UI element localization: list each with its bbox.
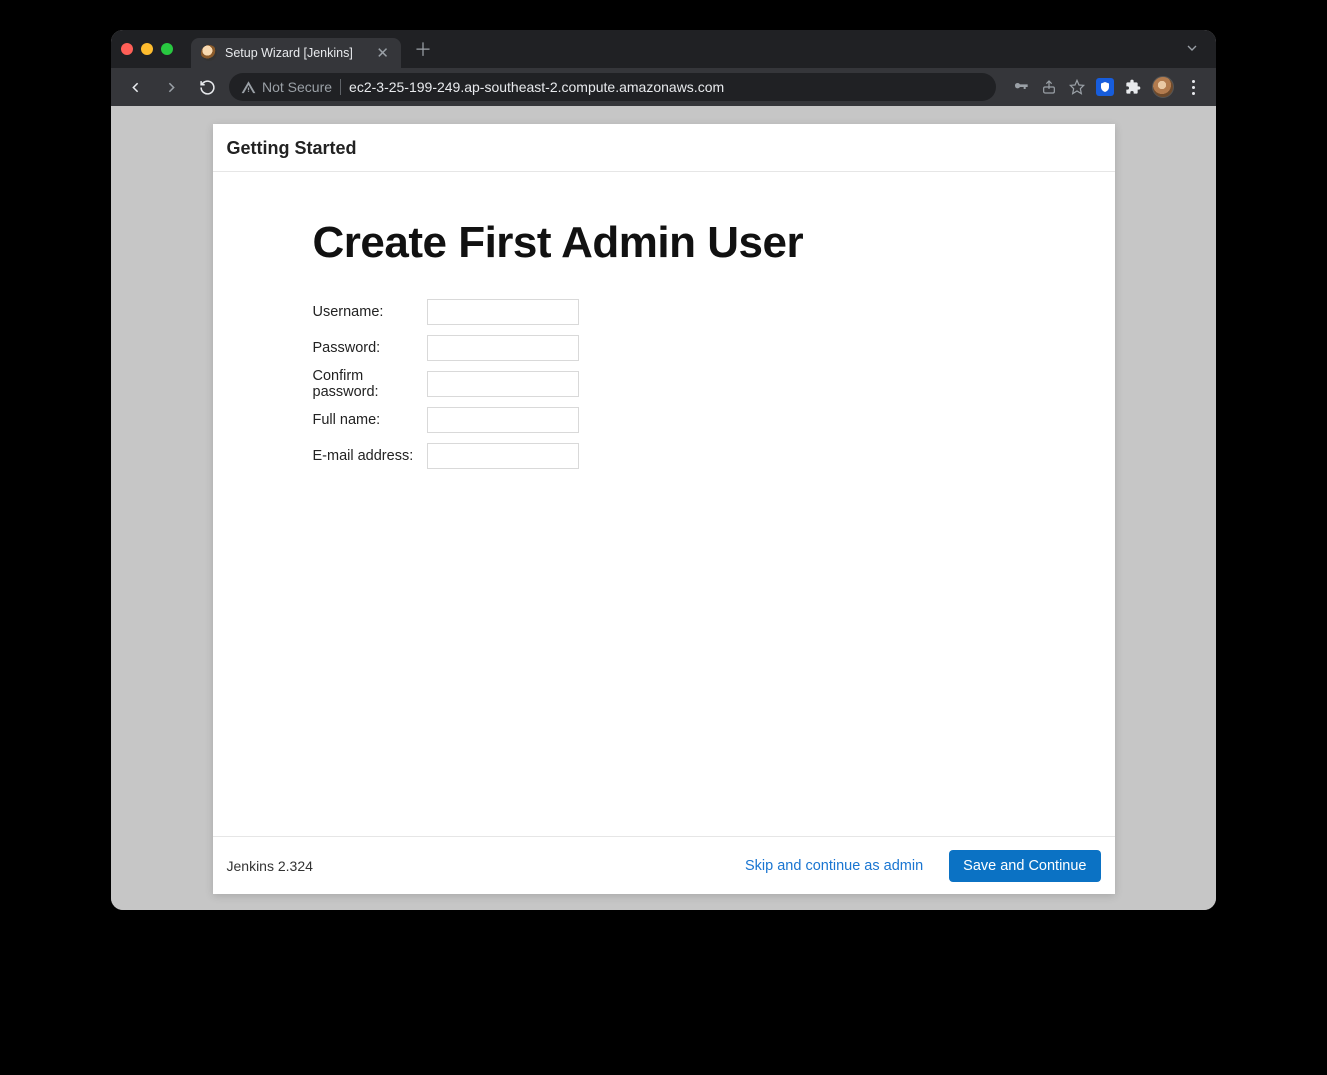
extensions-puzzle-icon[interactable]: [1124, 78, 1142, 96]
browser-window: Setup Wizard [Jenkins] ✕ ＋ Not Secure ec…: [111, 30, 1216, 910]
save-and-continue-button[interactable]: Save and Continue: [949, 850, 1100, 882]
email-label: E-mail address:: [313, 448, 427, 464]
full-name-label: Full name:: [313, 412, 427, 428]
viewport: Getting Started Create First Admin User …: [111, 106, 1216, 910]
omnibox-divider: [340, 79, 341, 95]
browser-menu-button[interactable]: [1184, 80, 1202, 95]
form-row-email: E-mail address:: [313, 438, 1115, 474]
jenkins-version: Jenkins 2.324: [227, 858, 313, 874]
form-row-password: Password:: [313, 330, 1115, 366]
confirm-password-label: Confirm password:: [313, 368, 427, 400]
jenkins-favicon-icon: [201, 45, 217, 61]
window-maximize-button[interactable]: [161, 43, 173, 55]
password-label: Password:: [313, 340, 427, 356]
skip-and-continue-link[interactable]: Skip and continue as admin: [739, 852, 929, 880]
page-footer: Jenkins 2.324 Skip and continue as admin…: [213, 836, 1115, 894]
reload-button[interactable]: [193, 73, 221, 101]
tab-strip: Setup Wizard [Jenkins] ✕ ＋: [111, 30, 1216, 68]
chevron-down-icon[interactable]: [1178, 40, 1206, 59]
page-header: Getting Started: [213, 124, 1115, 172]
form-row-confirm-password: Confirm password:: [313, 366, 1115, 402]
browser-tab[interactable]: Setup Wizard [Jenkins] ✕: [191, 38, 401, 68]
browser-toolbar: Not Secure ec2-3-25-199-249.ap-southeast…: [111, 68, 1216, 106]
setup-wizard-page: Getting Started Create First Admin User …: [213, 124, 1115, 894]
form-row-username: Username:: [313, 294, 1115, 330]
security-label: Not Secure: [262, 79, 332, 95]
back-button[interactable]: [121, 73, 149, 101]
window-controls: [121, 43, 173, 55]
profile-avatar[interactable]: [1152, 76, 1174, 98]
form-row-full-name: Full name:: [313, 402, 1115, 438]
confirm-password-input[interactable]: [427, 371, 579, 397]
star-icon[interactable]: [1068, 78, 1086, 96]
username-input[interactable]: [427, 299, 579, 325]
window-minimize-button[interactable]: [141, 43, 153, 55]
page-body: Create First Admin User Username: Passwo…: [213, 172, 1115, 836]
share-icon[interactable]: [1040, 78, 1058, 96]
url-text: ec2-3-25-199-249.ap-southeast-2.compute.…: [349, 79, 984, 95]
key-icon[interactable]: [1012, 78, 1030, 96]
bitwarden-extension-icon[interactable]: [1096, 78, 1114, 96]
main-heading: Create First Admin User: [313, 218, 1115, 268]
username-label: Username:: [313, 304, 427, 320]
extension-icons: [1004, 76, 1206, 98]
tab-close-button[interactable]: ✕: [374, 44, 391, 62]
page-header-title: Getting Started: [227, 138, 1101, 159]
tab-title: Setup Wizard [Jenkins]: [225, 46, 366, 60]
forward-button[interactable]: [157, 73, 185, 101]
password-input[interactable]: [427, 335, 579, 361]
warning-icon: [241, 80, 256, 95]
address-bar[interactable]: Not Secure ec2-3-25-199-249.ap-southeast…: [229, 73, 996, 101]
security-indicator[interactable]: Not Secure: [241, 79, 332, 95]
full-name-input[interactable]: [427, 407, 579, 433]
window-close-button[interactable]: [121, 43, 133, 55]
email-input[interactable]: [427, 443, 579, 469]
new-tab-button[interactable]: ＋: [409, 35, 437, 63]
